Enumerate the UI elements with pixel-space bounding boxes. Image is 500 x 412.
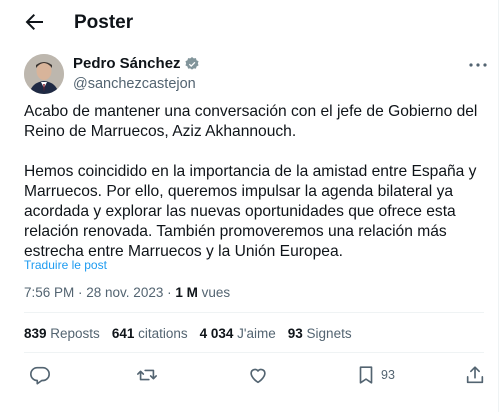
translate-link[interactable]: Traduire le post: [24, 258, 107, 272]
verified-badge-icon: [184, 56, 200, 72]
quotes-stat[interactable]: 641 citations: [112, 326, 188, 341]
tweet-text: Acabo de mantener una conversación con e…: [24, 102, 486, 282]
tweet-meta: 7:56 PM · 28 nov. 2023 · 1 M vues: [24, 285, 230, 300]
bookmark-icon[interactable]: [355, 364, 377, 386]
back-arrow-icon[interactable]: [22, 10, 48, 36]
engagement-stats: 839 Reposts 641 citations 4 034 J'aime 93 S…: [24, 326, 364, 341]
timestamp[interactable]: 7:56 PM · 28 nov. 2023 ·: [24, 285, 175, 300]
bookmark-count: 93: [381, 368, 395, 382]
reposts-stat[interactable]: 839 Reposts: [24, 326, 100, 341]
divider: [24, 352, 484, 353]
reply-icon[interactable]: [29, 364, 51, 386]
share-icon[interactable]: [464, 364, 486, 386]
header: Poster: [0, 0, 499, 46]
page-title: Poster: [74, 12, 134, 33]
more-icon[interactable]: [466, 58, 490, 72]
divider: [24, 312, 484, 313]
avatar[interactable]: [24, 54, 64, 94]
author-handle[interactable]: @sanchezcastejon: [73, 76, 196, 92]
tweet-detail-panel: Poster Pedro Sánchez @sanchezcastejon Ac…: [0, 0, 499, 412]
action-bar: 93: [0, 362, 499, 390]
author-name[interactable]: Pedro Sánchez: [73, 55, 181, 72]
tweet-paragraph: Acabo de mantener una conversación con e…: [24, 103, 478, 140]
repost-icon[interactable]: [136, 364, 158, 386]
views-label: vues: [197, 285, 231, 300]
likes-stat[interactable]: 4 034 J'aime: [200, 326, 276, 341]
like-icon[interactable]: [247, 364, 269, 386]
views-count: 1 M: [175, 285, 198, 300]
tweet-paragraph: Hemos coincidido en la importancia de la…: [24, 163, 477, 260]
bookmarks-stat[interactable]: 93 Signets: [288, 326, 352, 341]
